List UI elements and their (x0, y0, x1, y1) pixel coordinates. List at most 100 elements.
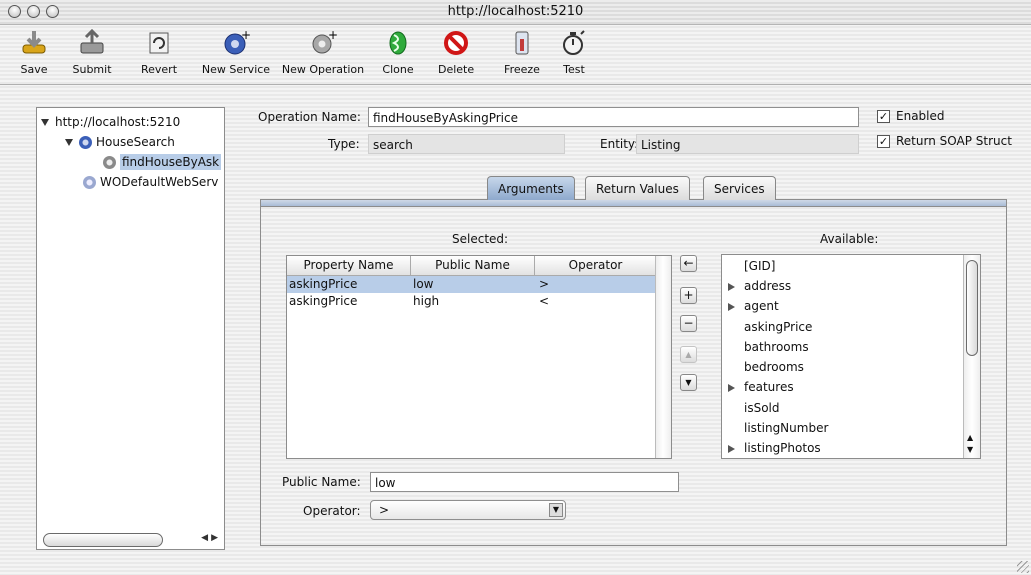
freeze-icon (507, 29, 537, 57)
scroll-left-icon[interactable]: ◀ (201, 533, 208, 543)
new-operation-button[interactable]: + New Operation (280, 25, 366, 81)
tree-item-root[interactable]: http://localhost:5210 (41, 112, 180, 132)
scroll-down-icon[interactable]: ▼ (967, 445, 973, 454)
list-item[interactable]: address (722, 276, 962, 296)
item-label: listingNumber (744, 421, 829, 435)
scroll-right-icon[interactable]: ▶ (211, 533, 218, 543)
new-service-label: New Service (201, 63, 271, 76)
freeze-button[interactable]: Freeze (502, 25, 542, 81)
cell-operator: > (539, 277, 550, 291)
resize-grip-icon[interactable] (1017, 561, 1029, 573)
tree-other-service-label: WODefaultWebServ (100, 175, 219, 189)
new-operation-label: New Operation (281, 63, 365, 76)
operation-name-field[interactable]: findHouseByAskingPrice (368, 107, 859, 127)
available-vertical-scrollbar[interactable]: ▲ ▼ (963, 255, 980, 458)
item-label: [GID] (744, 259, 776, 273)
list-item[interactable]: [GID] (722, 256, 962, 276)
disclosure-expanded-icon[interactable] (41, 119, 49, 126)
table-vertical-scrollbar[interactable] (655, 256, 671, 458)
tree-item-default-service[interactable]: WODefaultWebServ (83, 172, 218, 192)
scroll-up-icon[interactable]: ▲ (967, 433, 973, 442)
disclosure-collapsed-icon[interactable] (728, 444, 735, 453)
service-tree[interactable]: http://localhost:5210 HouseSearch findHo… (36, 107, 225, 550)
column-header-operator[interactable]: Operator (535, 256, 657, 275)
remove-argument-button[interactable]: − (680, 315, 697, 332)
item-label: agent (744, 299, 779, 313)
clone-button[interactable]: Clone (380, 25, 416, 81)
new-service-icon: + (221, 28, 251, 57)
delete-button[interactable]: Delete (438, 25, 474, 81)
disclosure-expanded-icon[interactable] (65, 139, 73, 146)
table-row[interactable]: askingPrice low > (287, 276, 657, 293)
operation-name-label: Operation Name: (258, 110, 361, 124)
freeze-label: Freeze (504, 63, 540, 76)
move-up-button[interactable]: ▲ (680, 346, 697, 363)
available-title: Available: (820, 232, 879, 246)
clone-label: Clone (382, 63, 414, 76)
table-header: Property Name Public Name Operator (287, 256, 671, 276)
list-item[interactable]: askingPrice (722, 317, 962, 337)
tree-item-house-search[interactable]: HouseSearch (65, 132, 175, 152)
revert-button[interactable]: Revert (134, 25, 184, 81)
disclosure-collapsed-icon[interactable] (728, 383, 735, 392)
chevron-down-icon: ▼ (549, 503, 563, 517)
public-name-label: Public Name: (282, 475, 361, 489)
window-title: http://localhost:5210 (447, 4, 584, 19)
list-item[interactable]: listingNumber (722, 418, 962, 438)
save-icon (19, 29, 49, 57)
list-item[interactable]: listingPhotos (722, 438, 962, 458)
selected-title: Selected: (452, 232, 509, 246)
new-service-button[interactable]: + New Service (200, 25, 272, 81)
item-label: askingPrice (744, 320, 813, 334)
revert-icon (144, 29, 174, 57)
test-button[interactable]: Test (556, 25, 592, 81)
column-header-public-name[interactable]: Public Name (411, 256, 535, 275)
plus-button[interactable]: + (680, 287, 697, 304)
disclosure-collapsed-icon[interactable] (728, 302, 735, 311)
list-item[interactable]: bedrooms (722, 357, 962, 377)
list-item[interactable]: bathrooms (722, 337, 962, 357)
cell-property-name: askingPrice (289, 294, 358, 308)
scroll-thumb[interactable] (43, 533, 163, 547)
application-window: http://localhost:5210 Save Submit Revert… (0, 0, 1031, 575)
enabled-checkbox[interactable]: ✓ (877, 110, 890, 123)
enabled-label: Enabled (896, 109, 945, 123)
delete-label: Delete (438, 63, 475, 76)
submit-icon (77, 28, 107, 57)
submit-label: Submit (72, 63, 112, 76)
selected-arguments-table[interactable]: Property Name Public Name Operator askin… (286, 255, 672, 459)
list-item[interactable]: agent (722, 296, 962, 316)
tree-root-label: http://localhost:5210 (55, 115, 181, 129)
return-soap-struct-label: Return SOAP Struct (896, 134, 1012, 148)
scroll-thumb[interactable] (966, 260, 978, 356)
tab-return-values[interactable]: Return Values (585, 176, 690, 200)
column-header-property-name[interactable]: Property Name (287, 256, 411, 275)
cell-public-name: low (413, 277, 434, 291)
tree-item-operation[interactable]: findHouseByAsk (103, 152, 222, 172)
type-label: Type: (328, 137, 360, 151)
operation-icon (103, 156, 116, 169)
operator-label: Operator: (303, 504, 361, 518)
disclosure-collapsed-icon[interactable] (728, 282, 735, 291)
submit-button[interactable]: Submit (62, 25, 122, 81)
return-soap-struct-checkbox[interactable]: ✓ (877, 135, 890, 148)
toolbar-divider (0, 84, 1031, 85)
move-down-button[interactable]: ▼ (680, 374, 697, 391)
operator-select[interactable]: > ▼ (370, 500, 566, 520)
save-button[interactable]: Save (14, 25, 54, 81)
available-properties-list[interactable]: [GID] address agent askingPrice bathroom… (721, 254, 981, 459)
tree-horizontal-scrollbar[interactable]: ◀ ▶ (39, 532, 220, 547)
item-label: bathrooms (744, 340, 809, 354)
item-label: isSold (744, 401, 780, 415)
service-icon (83, 176, 96, 189)
test-label: Test (563, 63, 585, 76)
tab-services[interactable]: Services (703, 176, 776, 200)
list-item[interactable]: isSold (722, 398, 962, 418)
add-argument-button[interactable]: ← (680, 255, 697, 272)
public-name-field[interactable]: low (370, 472, 679, 492)
cell-public-name: high (413, 294, 440, 308)
clone-icon (383, 29, 413, 57)
tab-arguments[interactable]: Arguments (487, 176, 575, 200)
list-item[interactable]: features (722, 377, 962, 397)
table-row[interactable]: askingPrice high < (287, 293, 657, 310)
